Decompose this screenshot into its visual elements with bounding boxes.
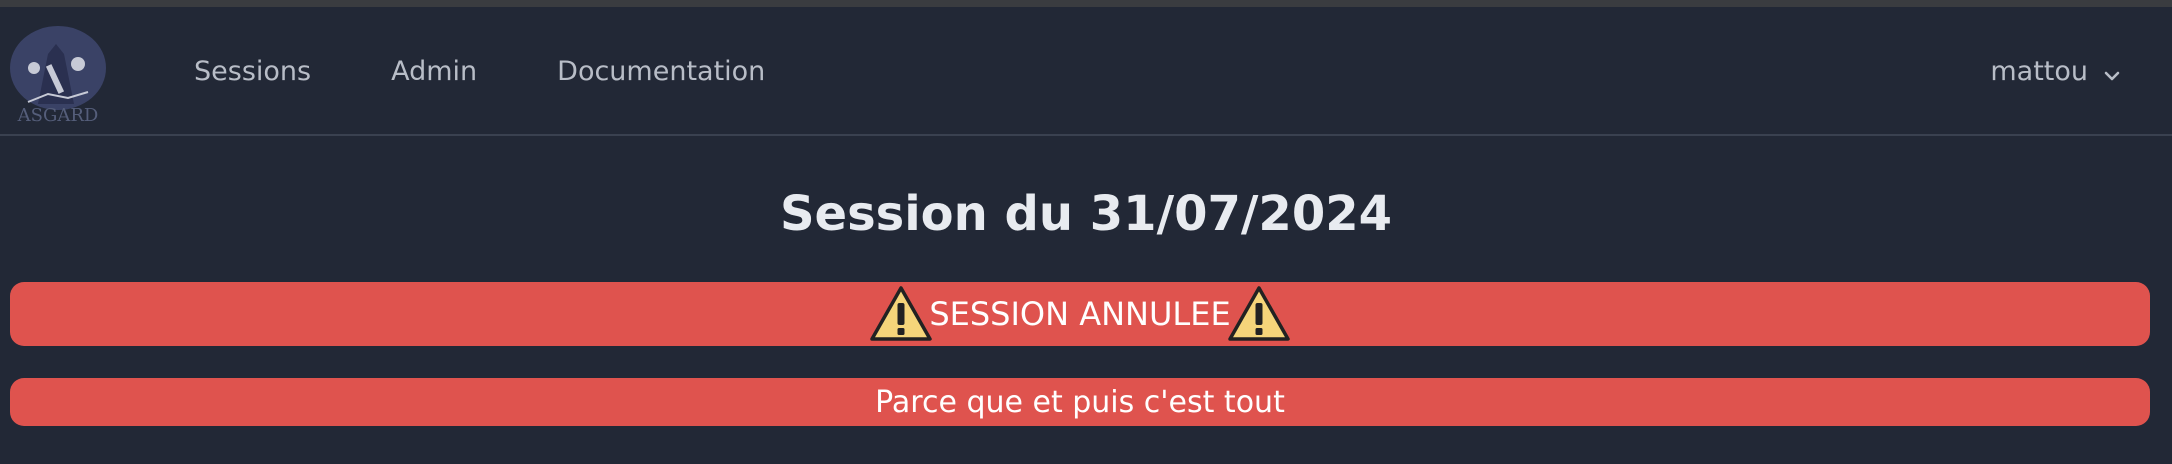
cancel-banner-text: SESSION ANNULEE	[929, 295, 1231, 333]
user-menu[interactable]: mattou	[1990, 7, 2122, 136]
nav-links: Sessions Admin Documentation	[194, 7, 845, 136]
warning-icon	[1227, 285, 1291, 343]
username: mattou	[1990, 56, 2088, 87]
cancel-banner: SESSION ANNULEE	[10, 282, 2150, 346]
asgard-logo[interactable]: ASGARD	[8, 24, 108, 126]
navbar: ASGARD Sessions Admin Documentation matt…	[0, 7, 2172, 136]
cancel-reason-text: Parce que et puis c'est tout	[875, 384, 1285, 420]
nav-item-documentation[interactable]: Documentation	[557, 56, 765, 87]
window-top-strip	[0, 0, 2172, 7]
nav-item-sessions[interactable]: Sessions	[194, 56, 311, 87]
page-title: Session du 31/07/2024	[779, 186, 1393, 242]
nav-item-admin[interactable]: Admin	[391, 56, 477, 87]
chevron-down-icon	[2102, 62, 2122, 82]
warning-icon	[869, 285, 933, 343]
logo-text: ASGARD	[17, 105, 99, 124]
cancel-reason-banner: Parce que et puis c'est tout	[10, 378, 2150, 426]
